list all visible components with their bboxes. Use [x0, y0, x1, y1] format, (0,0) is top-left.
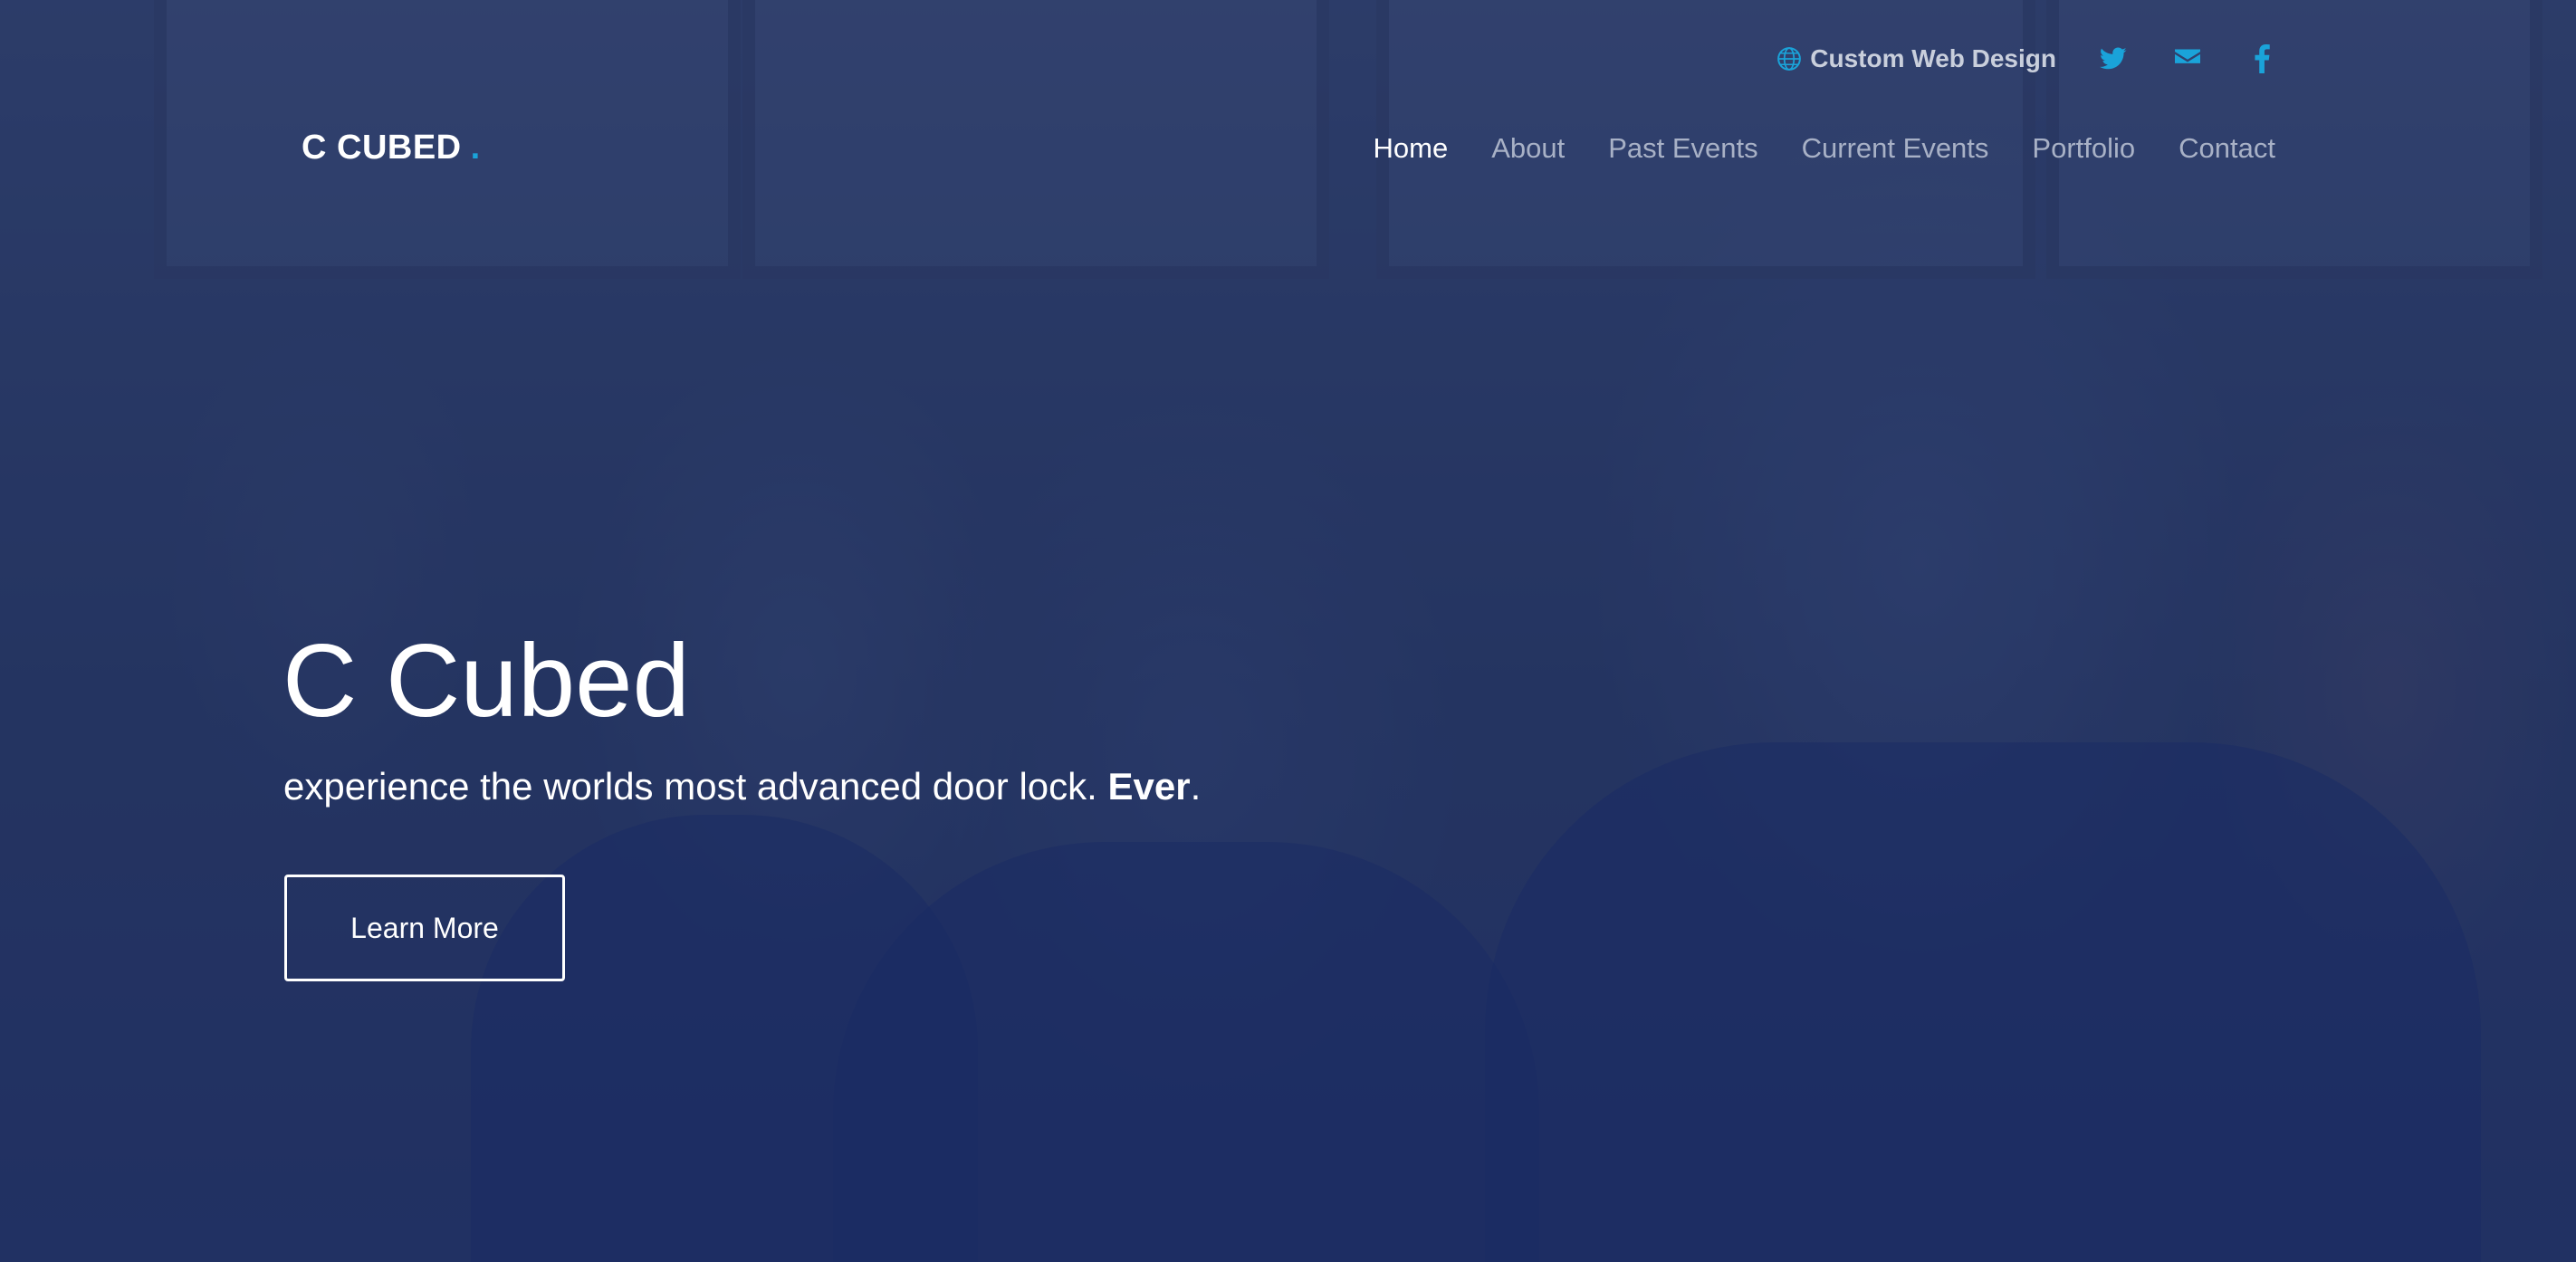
social-links [2098, 43, 2277, 74]
hero-subtitle-emphasis: Ever [1107, 765, 1191, 808]
nav-item-portfolio[interactable]: Portfolio [2032, 132, 2135, 165]
hero-section: Custom Web Design C CUBED . Home About P… [0, 0, 2576, 1262]
globe-icon [1777, 47, 1802, 71]
custom-web-design-label: Custom Web Design [1810, 44, 2056, 72]
nav-item-contact[interactable]: Contact [2179, 132, 2275, 165]
hero-subtitle-end: . [1190, 765, 1202, 808]
nav-item-home[interactable]: Home [1374, 132, 1449, 165]
custom-web-design-link[interactable]: Custom Web Design [1776, 44, 2056, 73]
logo-dot: . [470, 129, 481, 167]
site-logo[interactable]: C CUBED. [302, 129, 481, 167]
hero-title: C Cubed [282, 624, 690, 739]
learn-more-button[interactable]: Learn More [284, 875, 565, 981]
hero-subtitle-text: experience the worlds most advanced door… [283, 765, 1108, 808]
mail-icon[interactable] [2172, 43, 2203, 74]
hero-subtitle: experience the worlds most advanced door… [283, 765, 1201, 808]
facebook-icon[interactable] [2246, 43, 2277, 74]
nav-item-about[interactable]: About [1491, 132, 1565, 165]
twitter-icon[interactable] [2098, 43, 2129, 74]
nav-item-past-events[interactable]: Past Events [1608, 132, 1757, 165]
top-bar: Custom Web Design [1776, 43, 2277, 74]
nav-item-current-events[interactable]: Current Events [1802, 132, 1989, 165]
logo-text: C CUBED [302, 129, 462, 167]
main-nav: Home About Past Events Current Events Po… [1374, 132, 2275, 165]
